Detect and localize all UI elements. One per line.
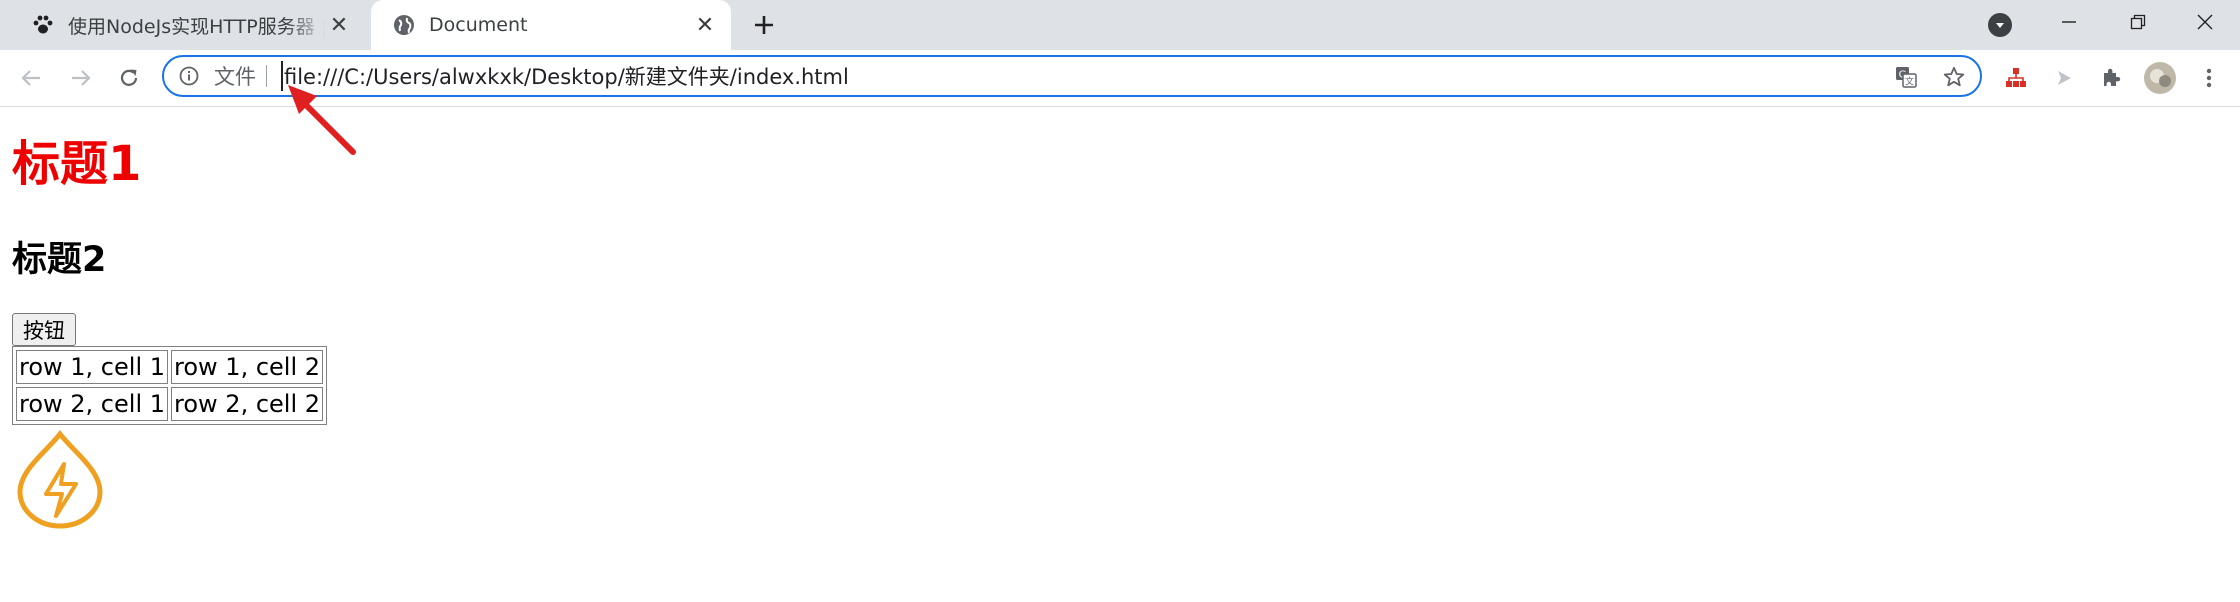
data-table: row 1, cell 1 row 1, cell 2 row 2, cell … — [12, 346, 328, 425]
back-button[interactable] — [12, 59, 50, 97]
table-row: row 2, cell 1 row 2, cell 2 — [16, 387, 324, 421]
menu-kebab-icon[interactable] — [2194, 63, 2224, 93]
plus-icon — [755, 16, 773, 34]
tab-strip: 使用NodeJs实现HTTP服务器 | 台 ✕ Document ✕ — [0, 0, 2240, 50]
arrow-left-icon — [21, 70, 40, 86]
divider — [266, 65, 267, 87]
red-arrow-icon — [288, 85, 356, 155]
table-cell: row 1, cell 2 — [171, 350, 324, 384]
sitemap-extension-icon[interactable] — [2001, 63, 2031, 93]
address-bar[interactable]: 文件 file:///C:/Users/alwxkxk/Desktop/新建文件… — [162, 55, 1982, 97]
minimize-icon — [2062, 21, 2076, 23]
minimize-button[interactable] — [2034, 0, 2104, 44]
translate-icon[interactable]: G文 — [1894, 65, 1918, 89]
arrow-right-icon — [72, 70, 91, 86]
bookmark-star-icon[interactable] — [1942, 65, 1966, 89]
close-icon[interactable]: ✕ — [691, 11, 719, 39]
avatar[interactable] — [2143, 61, 2177, 95]
cast-extension-icon[interactable] — [2049, 63, 2079, 93]
page-button[interactable]: 按钮 — [12, 313, 76, 346]
reload-button[interactable] — [110, 59, 148, 97]
table-cell: row 1, cell 1 — [16, 350, 169, 384]
forward-button[interactable] — [62, 59, 100, 97]
page-heading-2: 标题2 — [12, 240, 107, 280]
svg-text:文: 文 — [1905, 76, 1914, 88]
tab-title: 使用NodeJs实现HTTP服务器 | 台 — [68, 15, 325, 38]
flash-drop-icon — [17, 430, 103, 529]
table-cell: row 2, cell 1 — [16, 387, 169, 421]
new-tab-button[interactable] — [748, 9, 780, 41]
security-label: 文件 — [214, 65, 256, 89]
tab-search-button[interactable] — [1988, 13, 2012, 37]
chevron-down-icon — [1996, 23, 2004, 28]
table-row: row 1, cell 1 row 1, cell 2 — [16, 350, 324, 384]
url-text[interactable]: file:///C:/Users/alwxkxk/Desktop/新建文件夹/i… — [281, 61, 849, 91]
close-icon — [2197, 14, 2213, 30]
reload-icon — [120, 69, 138, 86]
table-cell: row 2, cell 2 — [171, 387, 324, 421]
close-icon[interactable]: ✕ — [325, 11, 353, 39]
paw-icon — [30, 12, 56, 38]
page-heading-1: 标题1 — [12, 136, 142, 192]
globe-icon — [391, 12, 417, 38]
extensions-puzzle-icon[interactable] — [2097, 63, 2127, 93]
tab-document[interactable]: Document ✕ — [371, 0, 731, 50]
close-window-button[interactable] — [2170, 0, 2240, 44]
restore-icon — [2130, 14, 2146, 30]
restore-button[interactable] — [2103, 0, 2173, 44]
tab-nodejs-http[interactable]: 使用NodeJs实现HTTP服务器 | 台 ✕ — [10, 0, 365, 50]
info-icon[interactable] — [178, 65, 200, 87]
tab-title: Document — [429, 14, 528, 36]
